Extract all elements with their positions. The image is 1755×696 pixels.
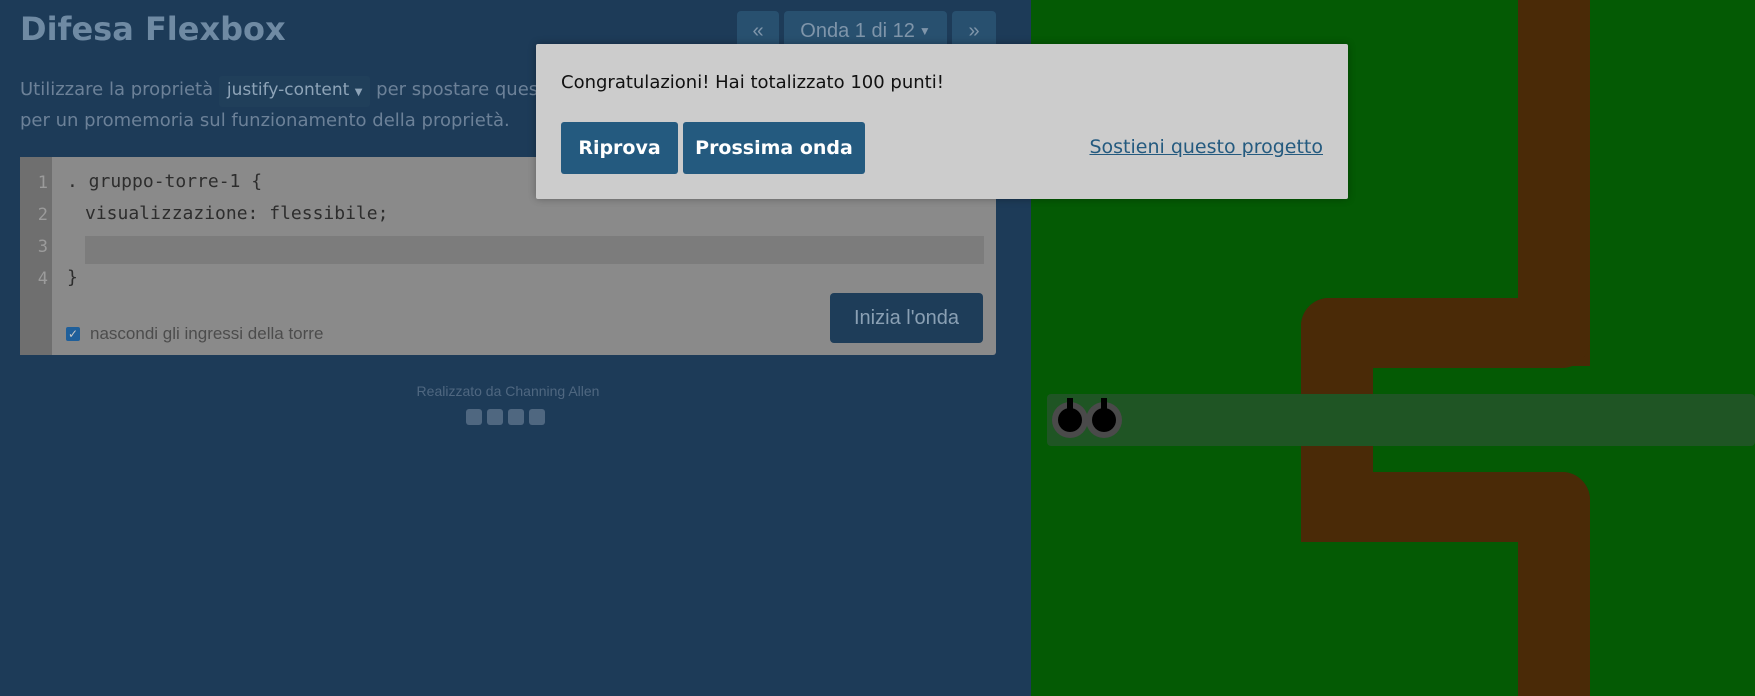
hide-entrances-label: nascondi gli ingressi della torre <box>90 324 324 343</box>
css-input[interactable] <box>85 236 984 264</box>
property-dropdown[interactable]: justify-content ▼ <box>218 76 371 107</box>
line-number: 1 <box>37 173 48 193</box>
line-number: 2 <box>37 205 48 225</box>
code-line: } <box>67 267 78 288</box>
code-line: . gruppo-torre-1 { <box>67 171 263 192</box>
result-dialog: Congratulazioni! Hai totalizzato 100 pun… <box>536 44 1348 199</box>
line-number: 4 <box>37 269 48 289</box>
support-project-link[interactable]: Sostieni questo progetto <box>1089 136 1323 158</box>
tower-icon <box>1086 398 1122 438</box>
facebook-icon[interactable] <box>466 409 482 425</box>
tower-row <box>1047 394 1755 446</box>
enemy-path <box>1518 472 1590 696</box>
caret-down-icon: ▼ <box>918 24 931 38</box>
app-title: Difesa Flexbox <box>20 10 286 48</box>
property-name: justify-content <box>226 80 350 100</box>
credits: Realizzato da Channing Allen <box>416 383 600 399</box>
wave-label: Onda 1 di 12 <box>800 19 915 42</box>
retry-button[interactable]: Riprova <box>561 122 678 174</box>
result-message: Congratulazioni! Hai totalizzato 100 pun… <box>561 72 944 93</box>
code-line: visualizzazione: flessibile; <box>85 203 389 224</box>
line-number: 3 <box>37 237 48 257</box>
github-icon[interactable] <box>529 409 545 425</box>
linkedin-icon[interactable] <box>508 409 524 425</box>
instructions-line-2: per un promemoria sul funzionamento dell… <box>20 110 510 131</box>
next-wave-button[interactable]: Prossima onda <box>683 122 865 174</box>
caret-down-icon: ▼ <box>354 87 363 98</box>
checkbox-checked-icon[interactable]: ✓ <box>66 327 80 341</box>
instructions-text: Utilizzare la proprietà <box>20 79 214 100</box>
start-wave-button[interactable]: Inizia l'onda <box>830 293 983 343</box>
instructions-text-2: per spostare queste <box>376 79 557 100</box>
hide-entrances-toggle[interactable]: ✓ nascondi gli ingressi della torre <box>66 324 323 344</box>
tower-icon <box>1052 398 1088 438</box>
twitter-icon[interactable] <box>487 409 503 425</box>
line-gutter: 1 2 3 4 <box>20 157 52 355</box>
